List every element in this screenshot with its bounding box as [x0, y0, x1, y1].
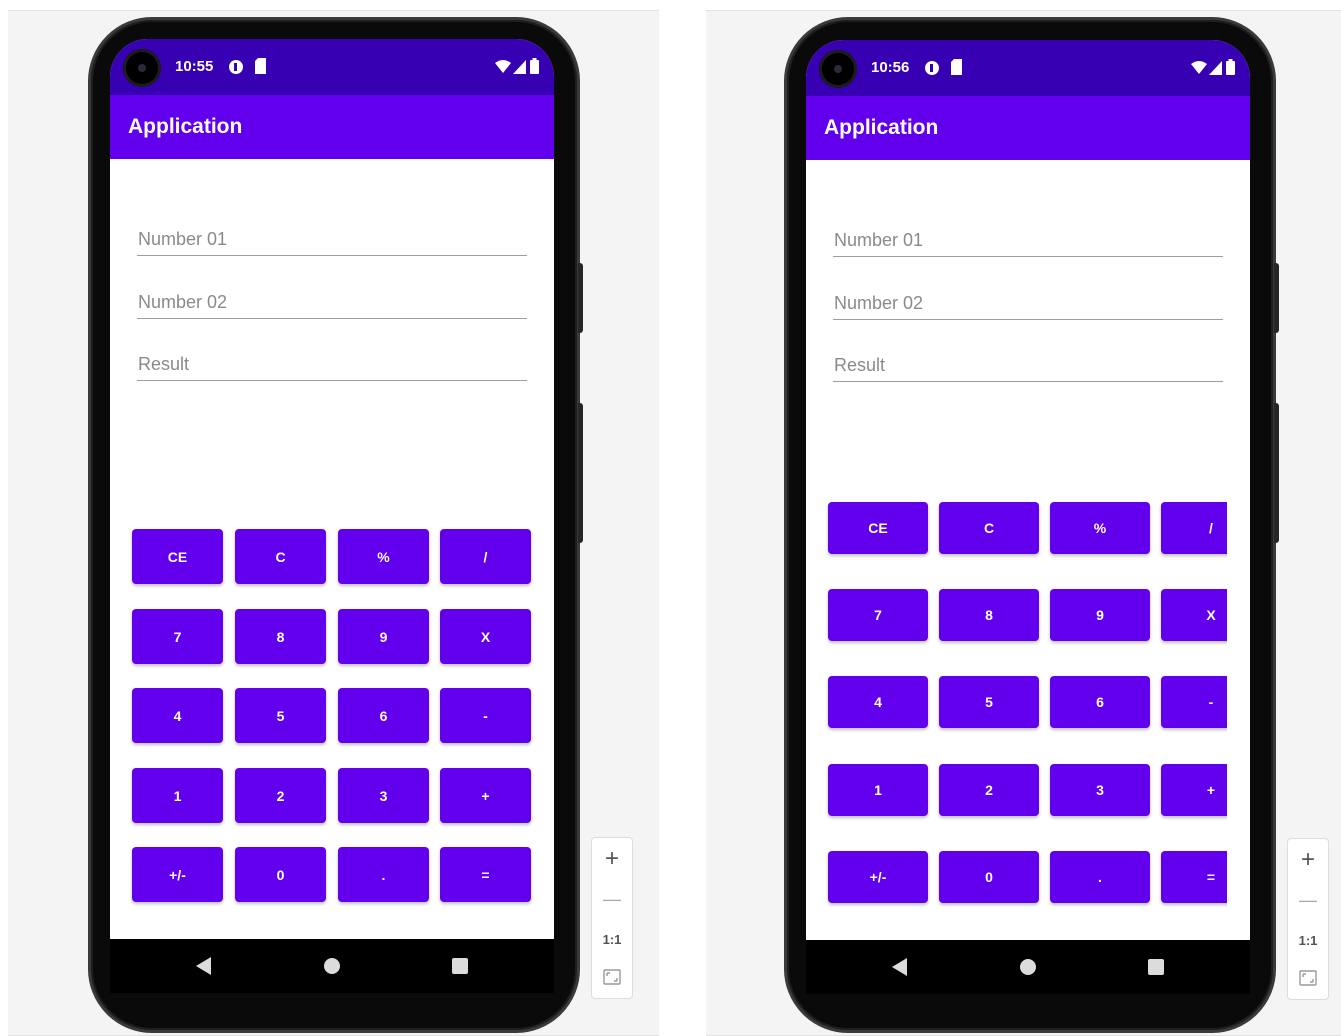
key-7-button[interactable]: 7	[828, 589, 928, 641]
key-2-button[interactable]: 2	[939, 764, 1039, 816]
app-bar: Application	[110, 95, 554, 159]
actual-size-button[interactable]: 1:1	[592, 920, 632, 958]
wifi-icon	[495, 60, 511, 73]
add-button[interactable]: +	[440, 768, 531, 823]
device-frame-left: 10:55 Application Number 01 Number 02 Re…	[88, 17, 583, 1033]
number-02-input[interactable]	[137, 288, 529, 316]
divide-button[interactable]: /	[1161, 502, 1227, 554]
key-8-button[interactable]: 8	[939, 589, 1039, 641]
key-5-button[interactable]: 5	[939, 676, 1039, 728]
volume-button	[578, 403, 583, 543]
volume-button	[1274, 403, 1279, 543]
status-bar: 10:55	[110, 39, 554, 95]
preview-panel-right: 10:56 Application Number 01 Number 02 Re…	[706, 10, 1341, 1036]
key-0-button[interactable]: 0	[235, 847, 326, 902]
key-3-button[interactable]: 3	[338, 768, 429, 823]
status-time: 10:55	[175, 58, 214, 75]
battery-icon	[1226, 59, 1235, 75]
zoom-in-button[interactable]: +	[1288, 841, 1328, 879]
key-6-button[interactable]: 6	[338, 688, 429, 743]
number-01-input[interactable]	[137, 225, 529, 253]
back-icon[interactable]	[196, 957, 211, 975]
device-screen-right: 10:56 Application Number 01 Number 02 Re…	[806, 40, 1250, 994]
preview-panel-left: 10:55 Application Number 01 Number 02 Re…	[8, 10, 659, 1036]
key-9-button[interactable]: 9	[338, 609, 429, 664]
clear-entry-button[interactable]: CE	[132, 529, 223, 584]
subtract-button[interactable]: -	[440, 688, 531, 743]
cell-signal-icon	[513, 60, 526, 74]
sd-card-icon	[255, 58, 266, 74]
zoom-controls: + — 1:1	[1287, 838, 1329, 1000]
equals-button[interactable]: =	[1161, 851, 1227, 903]
fit-screen-button[interactable]	[1288, 959, 1328, 997]
result-field	[137, 350, 529, 381]
key-7-button[interactable]: 7	[132, 609, 223, 664]
recents-icon[interactable]	[1148, 959, 1164, 975]
negate-button[interactable]: +/-	[828, 851, 928, 903]
decimal-button[interactable]: .	[338, 847, 429, 902]
back-icon[interactable]	[892, 958, 907, 976]
recents-icon[interactable]	[452, 958, 468, 974]
add-button[interactable]: +	[1161, 764, 1227, 816]
key-4-button[interactable]: 4	[828, 676, 928, 728]
fit-screen-icon	[1299, 970, 1317, 986]
decimal-button[interactable]: .	[1050, 851, 1150, 903]
power-button	[578, 263, 583, 333]
device-frame-right: 10:56 Application Number 01 Number 02 Re…	[784, 17, 1279, 1033]
key-4-button[interactable]: 4	[132, 688, 223, 743]
play-protect-icon	[229, 60, 243, 74]
percent-button[interactable]: %	[338, 529, 429, 584]
front-camera	[123, 49, 161, 87]
multiply-button[interactable]: X	[1161, 589, 1227, 641]
subtract-button[interactable]: -	[1161, 676, 1227, 728]
key-3-button[interactable]: 3	[1050, 764, 1150, 816]
key-1-button[interactable]: 1	[132, 768, 223, 823]
key-8-button[interactable]: 8	[235, 609, 326, 664]
navigation-bar	[110, 939, 554, 993]
key-9-button[interactable]: 9	[1050, 589, 1150, 641]
clear-button[interactable]: C	[235, 529, 326, 584]
divide-button[interactable]: /	[440, 529, 531, 584]
key-0-button[interactable]: 0	[939, 851, 1039, 903]
key-2-button[interactable]: 2	[235, 768, 326, 823]
home-icon[interactable]	[324, 958, 340, 974]
zoom-out-button[interactable]: —	[1288, 881, 1328, 919]
fit-screen-icon	[603, 969, 621, 985]
app-title: Application	[128, 115, 243, 138]
battery-icon	[530, 58, 539, 74]
clear-entry-button[interactable]: CE	[828, 502, 928, 554]
fit-screen-button[interactable]	[592, 958, 632, 996]
number-02-field	[137, 288, 529, 319]
result-input[interactable]	[137, 350, 529, 378]
power-button	[1274, 263, 1279, 333]
home-icon[interactable]	[1020, 959, 1036, 975]
negate-button[interactable]: +/-	[132, 847, 223, 902]
key-1-button[interactable]: 1	[828, 764, 928, 816]
device-screen-left: 10:55 Application Number 01 Number 02 Re…	[110, 39, 554, 993]
key-6-button[interactable]: 6	[1050, 676, 1150, 728]
percent-button[interactable]: %	[1050, 502, 1150, 554]
equals-button[interactable]: =	[440, 847, 531, 902]
multiply-button[interactable]: X	[440, 609, 531, 664]
keypad: CE C % / 7 8 9 X 4 5 6 - 1 2 3 + +/- 0 .…	[806, 40, 1227, 940]
zoom-out-button[interactable]: —	[592, 880, 632, 918]
clear-button[interactable]: C	[939, 502, 1039, 554]
actual-size-button[interactable]: 1:1	[1288, 921, 1328, 959]
navigation-bar	[806, 940, 1250, 994]
number-01-field	[137, 225, 529, 256]
key-5-button[interactable]: 5	[235, 688, 326, 743]
zoom-in-button[interactable]: +	[592, 840, 632, 878]
zoom-controls: + — 1:1	[591, 837, 633, 999]
